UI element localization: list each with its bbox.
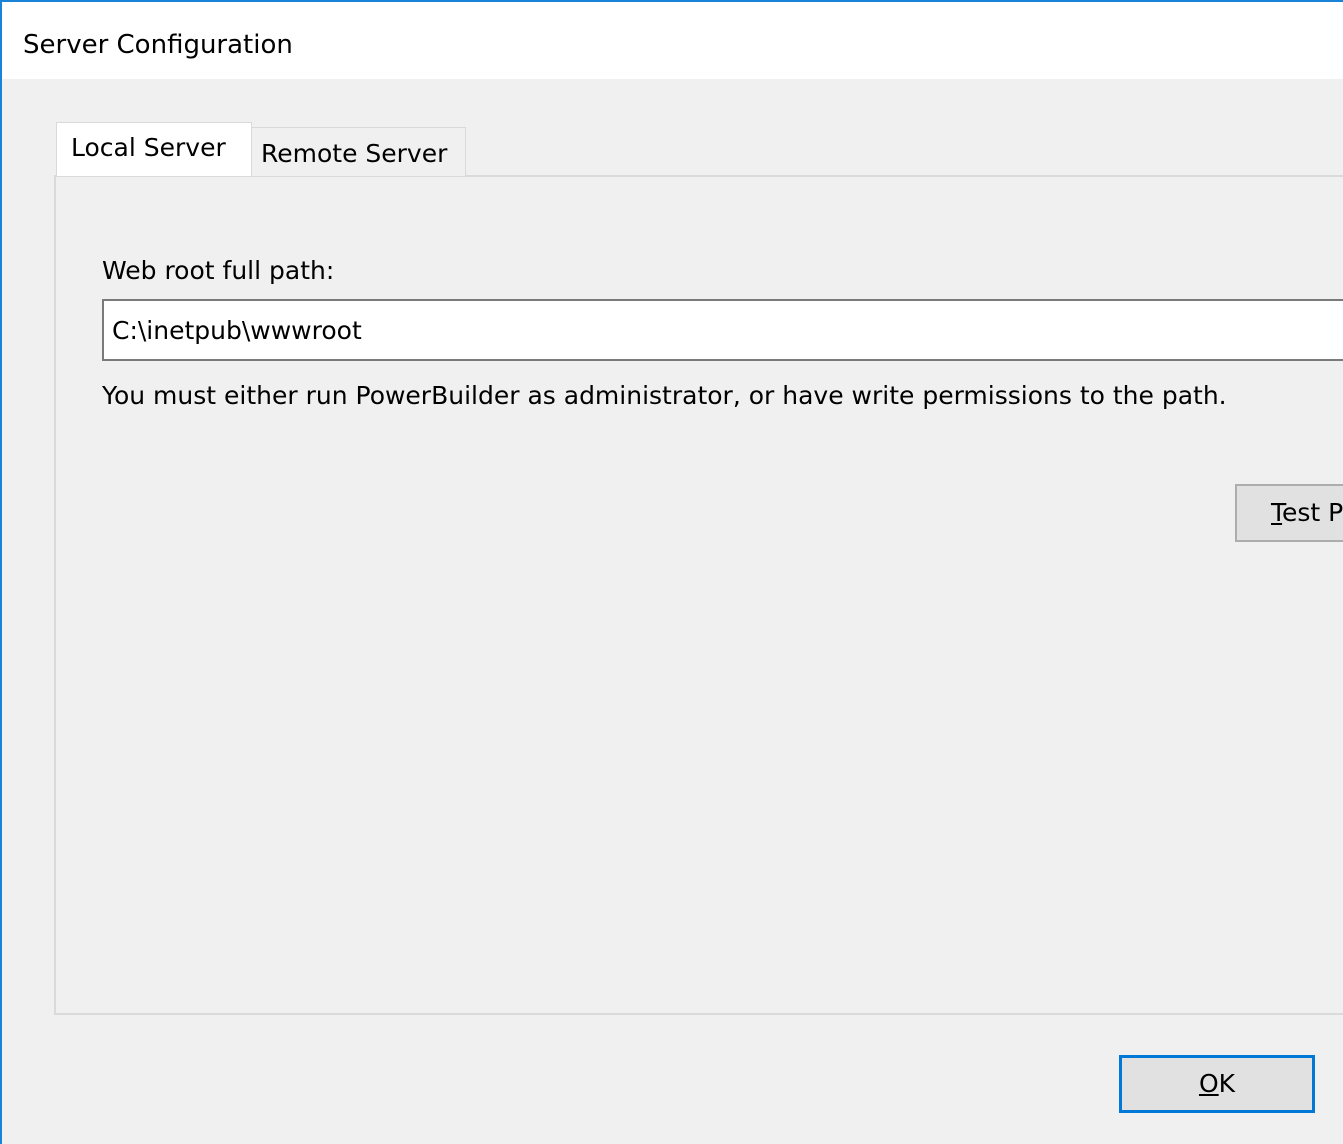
web-root-label-text: Web root full path: bbox=[102, 256, 335, 285]
tab-remote-server[interactable]: Remote Server bbox=[252, 127, 466, 176]
tab-local-server-label: Local Server bbox=[71, 133, 226, 162]
web-root-path-input[interactable] bbox=[102, 299, 1343, 361]
server-configuration-dialog: Server Configuration Local Server Remote… bbox=[0, 0, 1343, 1144]
ok-button-mnemonic: O bbox=[1198, 1069, 1219, 1098]
tab-local-server[interactable]: Local Server bbox=[56, 122, 252, 176]
ok-button[interactable]: OK bbox=[1119, 1055, 1315, 1113]
tab-strip: Local Server Remote Server bbox=[52, 122, 1343, 176]
title-bar[interactable]: Server Configuration bbox=[2, 2, 1343, 79]
test-button-label: est P bbox=[1282, 498, 1343, 527]
window-title: Server Configuration bbox=[23, 30, 293, 60]
test-button-mnemonic: T bbox=[1271, 498, 1283, 527]
web-root-label: Web root full path: bbox=[102, 253, 334, 289]
ok-button-label: K bbox=[1218, 1069, 1236, 1098]
test-path-button[interactable]: Test P bbox=[1235, 484, 1343, 542]
permissions-hint: You must either run PowerBuilder as admi… bbox=[102, 381, 1227, 410]
tab-remote-server-label: Remote Server bbox=[261, 139, 448, 168]
